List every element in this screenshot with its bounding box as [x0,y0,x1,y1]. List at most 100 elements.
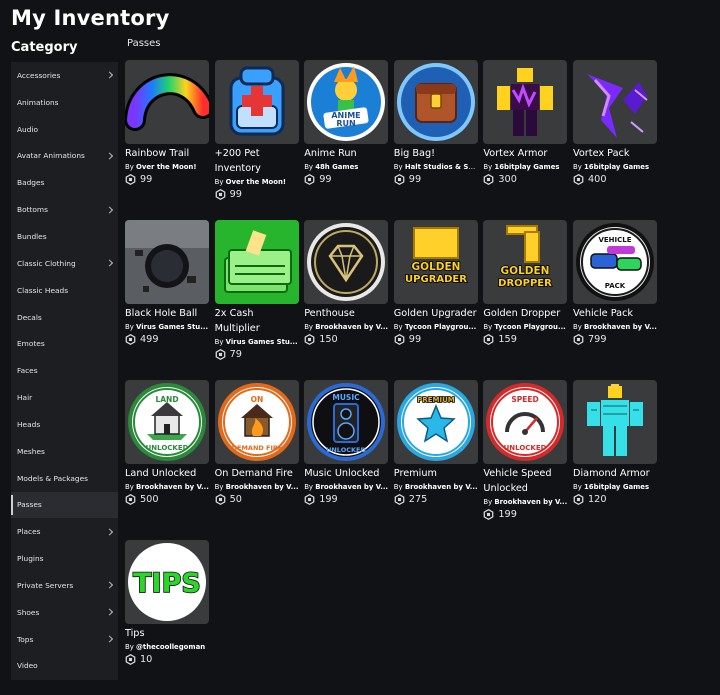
sidebar-item-bottoms[interactable]: Bottoms [11,196,118,223]
creator-name[interactable]: 48h Games [315,163,358,171]
creator-name[interactable]: Halt Studios & Sp... [405,163,478,171]
creator-name[interactable]: Brookhaven by V... [315,323,388,331]
sidebar-item-video[interactable]: Video [11,653,118,680]
item-card[interactable]: GOLDEN UPGRADER Golden Upgrader By Tycoon… [393,220,478,370]
creator-name[interactable]: Brookhaven by V... [584,323,657,331]
item-card[interactable]: Rainbow Trail By Over the Moon! 99 [125,60,209,210]
creator-name[interactable]: Tycoon Playgrou... [494,323,565,331]
item-name[interactable]: Premium [394,466,478,481]
speedometer-icon[interactable]: SPEED UNLOCKED [483,380,568,464]
item-card[interactable]: Vortex Armor By 16bitplay Games 300 [483,60,568,210]
golden-upgrader-icon[interactable]: GOLDEN UPGRADER [393,220,478,304]
fire-house-icon[interactable]: ON DEMAND FIRE [214,380,299,464]
creator-name[interactable]: Brookhaven by V... [226,483,299,491]
sidebar-item-emotes[interactable]: Emotes [11,330,118,357]
diamond-armor-icon[interactable] [573,380,657,464]
sidebar-item-classic-clothing[interactable]: Classic Clothing [11,250,118,277]
sidebar-item-faces[interactable]: Faces [11,357,118,384]
item-name[interactable]: Tips [125,626,209,641]
creator-name[interactable]: Brookhaven by V... [494,498,567,506]
big-bag-icon[interactable] [393,60,478,144]
item-card[interactable]: Diamond Armor By 16bitplay Games 120 [573,380,657,530]
item-card[interactable]: ANIME RUN Anime Run By 48h Games 99 [304,60,389,210]
creator-name[interactable]: Tycoon Playgrou... [405,323,476,331]
sidebar-item-private-servers[interactable]: Private Servers [11,572,118,599]
sidebar-item-tops[interactable]: Tops [11,626,118,653]
item-name[interactable]: Big Bag! [394,146,478,161]
item-name[interactable]: Vortex Armor [483,146,567,161]
sidebar-item-bundles[interactable]: Bundles [11,223,118,250]
item-card[interactable]: Black Hole Ball By Virus Games Stu... 49… [125,220,209,370]
creator-name[interactable]: Brookhaven by V... [405,483,478,491]
creator-name[interactable]: Brookhaven by V... [315,483,388,491]
diamond-icon[interactable] [304,220,389,304]
vortex-pack-icon[interactable] [573,60,657,144]
item-name[interactable]: Vortex Pack [573,146,657,161]
item-card[interactable]: Vortex Pack By 16bitplay Games 400 [573,60,657,210]
sidebar-item-badges[interactable]: Badges [11,169,118,196]
sidebar-item-places[interactable]: Places [11,518,118,545]
creator-name[interactable]: @thecoollegoman [136,643,205,651]
sidebar-item-shoes[interactable]: Shoes [11,599,118,626]
item-card[interactable]: LAND UNLOCKED Land Unlocked By Brookhave… [125,380,209,530]
creator-name[interactable]: Virus Games Stu... [136,323,208,331]
land-icon[interactable]: LAND UNLOCKED [125,380,209,464]
golden-dropper-icon[interactable]: GOLDEN DROPPER [483,220,568,304]
star-icon[interactable]: PREMIUM [393,380,478,464]
sidebar-item-hair[interactable]: Hair [11,384,118,411]
item-card[interactable]: VEHICLE PACK Vehicle Pack By Brookhaven … [573,220,657,370]
item-card[interactable]: +200 Pet Inventory By Over the Moon! 99 [214,60,299,210]
black-hole-icon[interactable] [125,220,209,304]
sidebar-item-models-packages[interactable]: Models & Packages [11,465,118,492]
creator-name[interactable]: Over the Moon! [136,163,196,171]
item-card[interactable]: MUSIC UNLOCKED Music Unlocked By Brookha… [304,380,389,530]
item-card[interactable]: PREMIUM Premium By Brookhaven by V... 27… [393,380,478,530]
speaker-icon[interactable]: MUSIC UNLOCKED [304,380,389,464]
sidebar-item-decals[interactable]: Decals [11,304,118,331]
vortex-armor-icon[interactable] [483,60,568,144]
creator-name[interactable]: 16bitplay Games [584,163,649,171]
item-card[interactable]: ON DEMAND FIRE On Demand Fire By Brookha… [214,380,299,530]
backpack-icon[interactable] [214,60,299,144]
anime-run-icon[interactable]: ANIME RUN [304,60,389,144]
sidebar-item-animations[interactable]: Animations [11,89,118,116]
sidebar-item-meshes[interactable]: Meshes [11,438,118,465]
creator-prefix: By [483,163,493,171]
creator-name[interactable]: Virus Games Stu... [226,338,298,346]
sidebar-item-passes[interactable]: Passes [11,491,118,519]
item-name[interactable]: On Demand Fire [215,466,299,481]
sidebar-item-plugins[interactable]: Plugins [11,545,118,572]
creator-name[interactable]: Over the Moon! [226,178,286,186]
sidebar-item-avatar-animations[interactable]: Avatar Animations [11,143,118,170]
creator-name[interactable]: Brookhaven by V... [136,483,209,491]
item-name[interactable]: Penthouse [304,306,388,321]
vehicle-pack-icon[interactable]: VEHICLE PACK [573,220,657,304]
creator-name[interactable]: 16bitplay Games [494,163,559,171]
sidebar-item-accessories[interactable]: Accessories [11,62,118,89]
item-name[interactable]: +200 Pet Inventory [215,146,299,176]
item-name[interactable]: Land Unlocked [125,466,209,481]
item-name[interactable]: Vehicle Pack [573,306,657,321]
item-name[interactable]: Rainbow Trail [125,146,209,161]
tips-icon[interactable]: TIPS [125,540,209,624]
cash-icon[interactable] [214,220,299,304]
sidebar-item-classic-heads[interactable]: Classic Heads [11,277,118,304]
item-name[interactable]: Black Hole Ball [125,306,209,321]
item-card[interactable]: Big Bag! By Halt Studios & Sp... 99 [393,60,478,210]
item-card[interactable]: Penthouse By Brookhaven by V... 150 [304,220,389,370]
item-card[interactable]: GOLDEN DROPPER Golden Dropper By Tycoon P… [483,220,568,370]
item-name[interactable]: Golden Upgrader [394,306,478,321]
item-name[interactable]: Music Unlocked [304,466,388,481]
sidebar-item-heads[interactable]: Heads [11,411,118,438]
item-card[interactable]: TIPS Tips By @thecoollegoman 10 [125,540,209,690]
item-card[interactable]: 2x Cash Multiplier By Virus Games Stu...… [214,220,299,370]
sidebar-item-audio[interactable]: Audio [11,116,118,143]
rainbow-trail-icon[interactable] [125,60,209,144]
item-name[interactable]: Anime Run [304,146,388,161]
item-name[interactable]: 2x Cash Multiplier [215,306,299,336]
item-name[interactable]: Vehicle Speed Unlocked [483,466,567,496]
creator-name[interactable]: 16bitplay Games [584,483,649,491]
item-name[interactable]: Diamond Armor [573,466,657,481]
item-name[interactable]: Golden Dropper [483,306,567,321]
item-card[interactable]: SPEED UNLOCKED Vehicle Speed Unlocked By… [483,380,568,530]
